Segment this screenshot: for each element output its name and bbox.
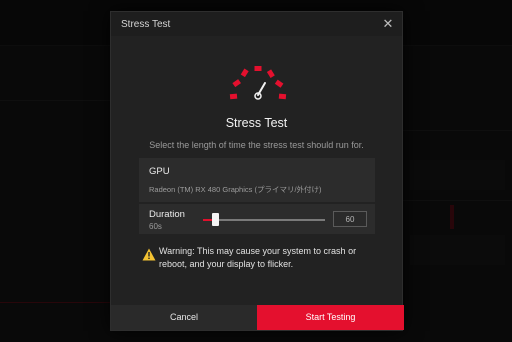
duration-slider-thumb[interactable] <box>212 213 219 226</box>
duration-current-value: 60s <box>149 222 162 231</box>
dialog-titlebar: Stress Test ✕ <box>111 12 402 36</box>
start-testing-button[interactable]: Start Testing <box>257 305 404 330</box>
dialog-footer: Cancel Start Testing <box>111 305 404 330</box>
duration-slider[interactable] <box>203 213 325 226</box>
warning-message: Warning: This may cause your system to c… <box>159 246 357 269</box>
dialog-title: Stress Test <box>121 19 171 30</box>
duration-input[interactable] <box>333 211 367 227</box>
close-icon[interactable]: ✕ <box>380 16 396 32</box>
dialog-description: Select the length of time the stress tes… <box>149 140 364 150</box>
warning-triangle-icon <box>142 248 156 261</box>
stress-test-dialog: Stress Test ✕ Stress Test Select the len… <box>110 11 404 331</box>
duration-row: Duration 60s <box>139 204 375 234</box>
gpu-name: Radeon (TM) RX 480 Graphics (プライマリ/外付け) <box>149 185 322 194</box>
gpu-selector[interactable]: GPU Radeon (TM) RX 480 Graphics (プライマリ/外… <box>139 158 375 202</box>
dialog-heading: Stress Test <box>225 116 288 130</box>
duration-label: Duration <box>149 209 185 220</box>
cancel-button[interactable]: Cancel <box>111 305 257 330</box>
gpu-label: GPU <box>149 166 170 177</box>
speedometer-icon <box>229 66 287 100</box>
